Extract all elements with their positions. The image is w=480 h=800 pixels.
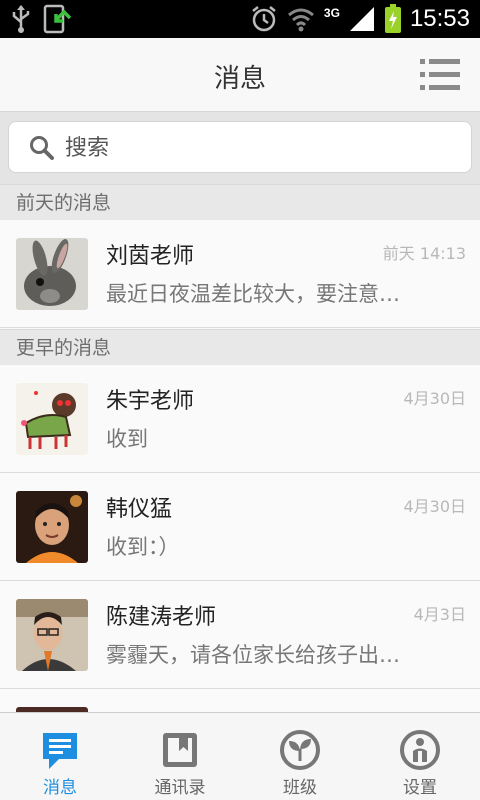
search-input[interactable] (65, 132, 445, 164)
avatar (16, 491, 88, 563)
avatar (16, 599, 88, 671)
bottom-tab-bar: 消息 通讯录 班级 设置 (0, 712, 480, 800)
app-header: 消息 (0, 38, 480, 112)
message-row[interactable]: 朱宇老师 收到 4月30日 (0, 365, 480, 473)
search-box[interactable] (8, 121, 472, 173)
message-row[interactable]: 刘茵老师 最近日夜温差比较大，要注意… 前天 14:13 (0, 220, 480, 328)
alarm-icon (252, 6, 276, 32)
message-preview: 最近日夜温差比较大，要注意… (106, 282, 400, 306)
sender-name: 韩仪猛 (106, 497, 173, 522)
clock-time: 15:53 (409, 5, 470, 32)
message-row[interactable]: 韩仪猛 收到：） 4月30日 (0, 473, 480, 581)
tab-label: 班级 (283, 778, 317, 798)
avatar (16, 238, 88, 310)
sender-name: 陈建涛老师 (106, 605, 217, 630)
page-title: 消息 (213, 64, 266, 94)
tab-settings[interactable]: 设置 (360, 713, 480, 800)
list-menu-icon (420, 59, 460, 90)
status-bar: 3G 15:53 (0, 0, 480, 38)
menu-button[interactable] (420, 58, 460, 92)
sender-name: 刘茵老师 (106, 244, 195, 269)
message-row[interactable]: 陈建涛老师 雾霾天，请各位家长给孩子出… 4月3日 (0, 581, 480, 689)
wifi-icon (287, 8, 314, 32)
message-preview: 雾霾天，请各位家长给孩子出… (106, 643, 400, 667)
tab-label: 消息 (43, 778, 77, 798)
message-time: 4月3日 (413, 605, 466, 624)
tab-class[interactable]: 班级 (240, 713, 360, 800)
message-time: 4月30日 (403, 389, 466, 408)
search-icon (30, 136, 54, 160)
class-icon (280, 730, 320, 770)
signal-icon (349, 7, 374, 31)
search-bar (0, 112, 480, 184)
message-preview: 收到 (106, 427, 148, 451)
tab-messages[interactable]: 消息 (0, 713, 120, 800)
section-header-recent: 前天的消息 (0, 184, 480, 220)
tab-contacts[interactable]: 通讯录 (120, 713, 240, 800)
tab-label: 通讯录 (154, 778, 206, 798)
download-update-icon (43, 4, 72, 34)
avatar (16, 383, 88, 455)
message-time: 前天 14:13 (382, 244, 466, 263)
battery-icon (384, 4, 401, 33)
chat-icon (43, 733, 77, 769)
network-type: 3G (323, 6, 340, 20)
settings-icon (400, 730, 440, 770)
contacts-icon (163, 733, 197, 767)
sender-name: 朱宇老师 (106, 389, 195, 414)
tab-label: 设置 (403, 778, 437, 798)
section-header-earlier: 更早的消息 (0, 329, 480, 365)
message-preview: 收到：） (106, 535, 180, 559)
message-time: 4月30日 (403, 497, 466, 516)
usb-icon (12, 5, 30, 33)
